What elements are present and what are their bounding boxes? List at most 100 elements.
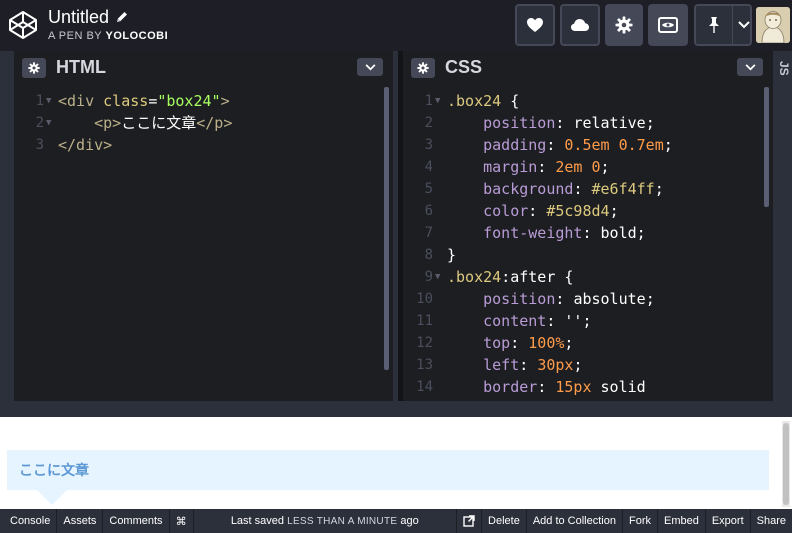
code-line: 4 margin: 2em 0; bbox=[403, 156, 773, 178]
code-token: ここに文章 bbox=[121, 114, 197, 132]
cloud-icon bbox=[571, 19, 589, 31]
code-line: 13 left: 30px; bbox=[403, 354, 773, 376]
preview-scrollbar[interactable] bbox=[783, 423, 789, 505]
fold-icon[interactable]: ▼ bbox=[46, 90, 56, 112]
code-token: '' bbox=[564, 312, 583, 330]
code-token: font-weight bbox=[483, 224, 583, 242]
fold-icon[interactable]: ▼ bbox=[435, 90, 445, 112]
comments-button[interactable]: Comments bbox=[103, 509, 170, 533]
line-number: 12 bbox=[416, 335, 433, 351]
pen-title-area: Untitled A PEN BY YOLOCOBI bbox=[48, 6, 168, 42]
code-token: 100% bbox=[528, 334, 565, 352]
code-token: .box24 bbox=[447, 268, 502, 286]
line-number: 5 bbox=[424, 181, 433, 197]
code-token: position bbox=[483, 114, 556, 132]
code-token: 15px bbox=[555, 378, 592, 396]
code-token: border bbox=[483, 378, 538, 396]
code-token: </p> bbox=[196, 114, 233, 132]
code-line: 11 content: ''; bbox=[403, 310, 773, 332]
line-number: 1 bbox=[35, 93, 44, 109]
code-line: 1 ▼ .box24 { bbox=[403, 90, 773, 112]
code-token: </div> bbox=[58, 136, 113, 154]
code-token: 0.5em bbox=[564, 136, 610, 154]
code-token: { bbox=[501, 92, 520, 110]
html-code-area[interactable]: 1 ▼ <div class="box24"> 2 ▼ <p>ここに文章</p>… bbox=[14, 84, 393, 156]
pin-icon bbox=[709, 17, 719, 33]
preview-pane: ここに文章 bbox=[0, 417, 792, 509]
code-token: > bbox=[220, 92, 230, 110]
code-token: } bbox=[447, 246, 457, 264]
code-token: = bbox=[148, 92, 158, 110]
embed-button[interactable]: Embed bbox=[656, 509, 705, 533]
keyboard-shortcuts-icon[interactable]: ⌘ bbox=[170, 509, 194, 533]
change-view-button[interactable] bbox=[648, 4, 688, 46]
line-number: 3 bbox=[35, 137, 44, 153]
codepen-logo-icon[interactable] bbox=[8, 10, 38, 40]
settings-button[interactable] bbox=[605, 4, 643, 46]
html-editor-menu-button[interactable] bbox=[357, 58, 383, 76]
code-token: #5c98d4 bbox=[546, 202, 610, 220]
avatar[interactable] bbox=[756, 7, 790, 43]
code-token: background bbox=[483, 180, 574, 198]
line-number: 7 bbox=[424, 225, 433, 241]
html-editor-header: HTML bbox=[14, 51, 393, 84]
chevron-down-icon bbox=[365, 63, 375, 70]
line-number: 11 bbox=[416, 313, 433, 329]
code-token: bold bbox=[600, 224, 637, 242]
open-external-button[interactable] bbox=[456, 509, 481, 533]
share-button[interactable]: Share bbox=[749, 509, 792, 533]
html-settings-button[interactable] bbox=[22, 57, 46, 78]
code-line: 9 ▼ .box24:after { bbox=[403, 266, 773, 288]
html-editor-scrollbar[interactable] bbox=[384, 87, 389, 370]
header-bar: Untitled A PEN BY YOLOCOBI bbox=[0, 0, 792, 51]
code-token: solid bbox=[600, 378, 646, 396]
css-code-area[interactable]: 1 ▼ .box24 { 2 position: relative; 3 padd… bbox=[403, 84, 773, 398]
js-editor-collapsed[interactable]: JS bbox=[775, 51, 792, 401]
assets-button[interactable]: Assets bbox=[57, 509, 104, 533]
pencil-icon[interactable] bbox=[115, 10, 129, 24]
pen-title[interactable]: Untitled bbox=[48, 6, 109, 28]
code-token: #e6f4ff bbox=[591, 180, 655, 198]
save-button[interactable] bbox=[560, 4, 600, 46]
code-line: 5 background: #e6f4ff; bbox=[403, 178, 773, 200]
fold-icon[interactable]: ▼ bbox=[435, 266, 445, 288]
code-token: "box24" bbox=[157, 92, 221, 110]
css-editor-menu-button[interactable] bbox=[737, 58, 763, 76]
heart-icon bbox=[527, 18, 543, 32]
code-token: padding bbox=[483, 136, 547, 154]
css-settings-button[interactable] bbox=[411, 57, 435, 78]
code-line: 2 ▼ <p>ここに文章</p> bbox=[14, 112, 393, 134]
code-token: left bbox=[483, 356, 520, 374]
eye-icon bbox=[658, 17, 678, 33]
pin-menu-button[interactable] bbox=[694, 4, 752, 46]
code-token: position bbox=[483, 290, 556, 308]
code-line: 2 position: relative; bbox=[403, 112, 773, 134]
code-line: 7 font-weight: bold; bbox=[403, 222, 773, 244]
code-token: 30px bbox=[537, 356, 574, 374]
footer-actions: Delete Add to Collection Fork Embed Expo… bbox=[456, 509, 792, 533]
console-button[interactable]: Console bbox=[0, 509, 58, 533]
export-button[interactable]: Export bbox=[704, 509, 750, 533]
fork-button[interactable]: Fork bbox=[621, 509, 657, 533]
author-link[interactable]: YOLOCOBI bbox=[106, 30, 169, 42]
love-button[interactable] bbox=[515, 4, 555, 46]
code-token: <p> bbox=[94, 114, 122, 132]
save-status-time: LESS THAN A MINUTE bbox=[287, 516, 398, 527]
css-editor-panel: CSS 1 ▼ .box24 { 2 position: relative; 3 … bbox=[403, 51, 775, 401]
code-token: absolute bbox=[573, 290, 646, 308]
css-editor-scrollbar[interactable] bbox=[764, 87, 769, 207]
code-line: 12 top: 100%; bbox=[403, 332, 773, 354]
code-token: class bbox=[94, 92, 149, 110]
gear-icon bbox=[417, 61, 429, 74]
gear-icon bbox=[28, 61, 40, 74]
fold-icon[interactable]: ▼ bbox=[46, 112, 56, 134]
delete-button[interactable]: Delete bbox=[481, 509, 526, 533]
line-number: 8 bbox=[424, 247, 433, 263]
byline: A PEN BY YOLOCOBI bbox=[48, 30, 168, 42]
add-to-collection-button[interactable]: Add to Collection bbox=[525, 509, 622, 533]
line-number: 13 bbox=[416, 357, 433, 373]
code-token: relative bbox=[573, 114, 646, 132]
chevron-down-icon bbox=[738, 21, 750, 29]
editor-resize-handle[interactable] bbox=[0, 401, 792, 417]
